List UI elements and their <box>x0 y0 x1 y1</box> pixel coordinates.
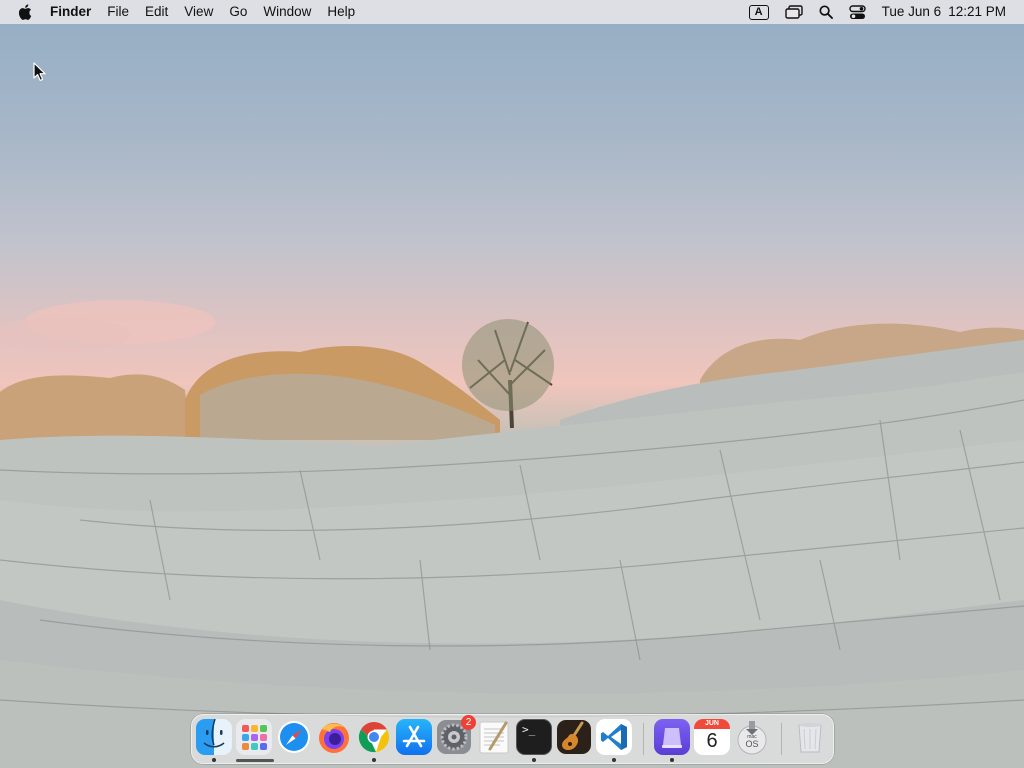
notification-badge: 2 <box>461 715 476 730</box>
screen-mirroring-button[interactable] <box>777 0 811 24</box>
calendar-day: 6 <box>706 730 718 752</box>
dock-vscode[interactable] <box>596 719 632 755</box>
control-center-icon <box>848 4 866 19</box>
dock-system-preferences[interactable]: 2 <box>436 715 476 755</box>
menu-view[interactable]: View <box>176 0 221 24</box>
control-center-button[interactable] <box>841 0 874 24</box>
garageband-icon <box>557 720 591 754</box>
trash-icon <box>798 723 822 753</box>
dock-scroll-indicator <box>236 759 274 762</box>
menu-clock[interactable]: Tue Jun 6 12:21 PM <box>874 0 1024 24</box>
menu-edit[interactable]: Edit <box>137 0 176 24</box>
dock-separator <box>781 723 782 755</box>
app-store-icon <box>402 725 426 748</box>
chrome-icon <box>358 722 390 753</box>
vscode-icon <box>601 724 627 750</box>
dock-separator <box>643 723 644 755</box>
desktop-wallpaper <box>0 0 1024 768</box>
running-indicator <box>372 758 376 762</box>
simulator-icon <box>662 728 682 748</box>
finder-icon <box>203 719 225 748</box>
dock-launchpad[interactable] <box>236 719 272 755</box>
clock-date: Tue Jun 6 <box>881 4 942 19</box>
dock-calendar[interactable]: JUN 6 <box>694 719 730 755</box>
running-indicator <box>212 758 216 762</box>
textedit-icon <box>479 721 509 754</box>
menu-go[interactable]: Go <box>221 0 255 24</box>
menu-app-name[interactable]: Finder <box>42 0 99 24</box>
dock-trash[interactable] <box>792 719 828 755</box>
installer-label-bottom: OS <box>745 739 759 749</box>
dock-finder[interactable] <box>196 719 232 755</box>
dock-terminal[interactable]: >_ <box>516 719 552 755</box>
running-indicator <box>532 758 536 762</box>
menu-bar: Finder File Edit View Go Window Help A T… <box>0 0 1024 24</box>
safari-icon <box>278 721 310 753</box>
terminal-icon: >_ <box>522 723 536 736</box>
dock-safari[interactable] <box>276 719 312 755</box>
screen-mirroring-icon <box>784 5 803 19</box>
firefox-icon <box>319 723 349 753</box>
dock-simulator[interactable] <box>654 719 690 755</box>
apple-menu-button[interactable] <box>0 4 42 20</box>
spotlight-button[interactable] <box>811 0 841 24</box>
apple-logo-icon <box>18 4 32 20</box>
dock-textedit[interactable] <box>476 719 512 755</box>
dock: 2 >_ JUN 6 mac OS <box>191 714 834 764</box>
menu-file[interactable]: File <box>99 0 137 24</box>
dock-chrome[interactable] <box>356 719 392 755</box>
mouse-pointer-icon <box>33 62 46 81</box>
calendar-month: JUN <box>704 720 719 727</box>
dock-macos-installer[interactable]: mac OS <box>734 719 770 755</box>
launchpad-icon <box>242 725 267 750</box>
menu-help[interactable]: Help <box>319 0 363 24</box>
input-source-button[interactable]: A <box>741 0 777 24</box>
running-indicator <box>670 758 674 762</box>
dock-garageband[interactable] <box>556 719 592 755</box>
dock-firefox[interactable] <box>316 719 352 755</box>
clock-time: 12:21 PM <box>948 4 1006 19</box>
search-icon <box>819 5 833 19</box>
input-source-icon: A <box>748 4 769 20</box>
running-indicator <box>612 758 616 762</box>
menu-window[interactable]: Window <box>255 0 319 24</box>
dock-app-store[interactable] <box>396 719 432 755</box>
